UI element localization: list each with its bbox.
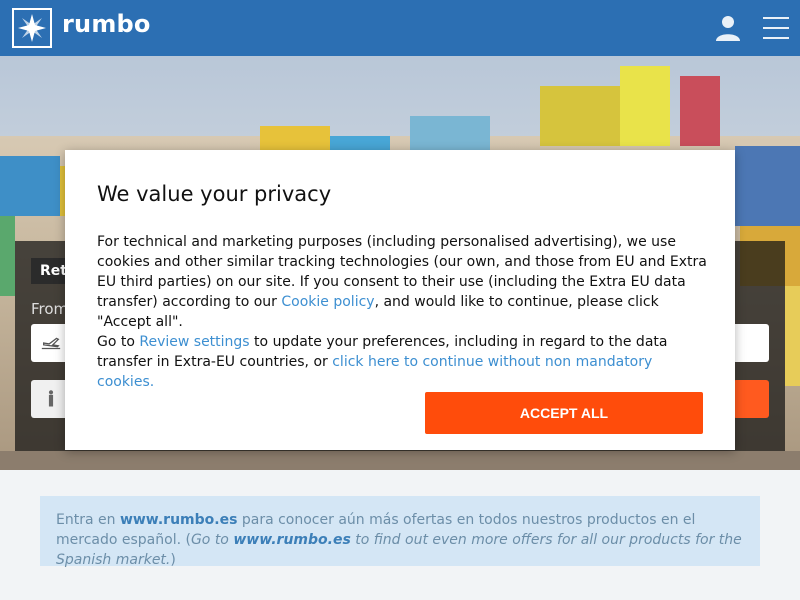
from-label: From xyxy=(31,300,69,318)
user-icon[interactable] xyxy=(715,14,741,42)
p2-text-a: Go to xyxy=(97,334,140,350)
search-button[interactable] xyxy=(733,380,769,418)
site-header: rumbo xyxy=(0,0,800,56)
dialog-paragraph-2: Go to Review settings to update your pre… xyxy=(97,332,707,392)
rumbo-logo-icon[interactable] xyxy=(12,8,52,48)
notice-text-3: Go to xyxy=(190,532,234,548)
dialog-title: We value your privacy xyxy=(97,182,332,206)
notice-text-5: ) xyxy=(170,552,176,568)
privacy-consent-dialog: We value your privacy For technical and … xyxy=(65,150,735,450)
plane-takeoff-icon xyxy=(41,337,61,350)
person-icon xyxy=(48,390,54,407)
dialog-paragraph-1: For technical and marketing purposes (in… xyxy=(97,232,707,332)
notice-text: Entra en xyxy=(56,512,120,528)
accept-all-button[interactable]: ACCEPT ALL xyxy=(425,392,703,434)
spanish-market-notice: Entra en www.rumbo.es para conocer aún m… xyxy=(40,496,760,568)
hamburger-menu-icon[interactable] xyxy=(763,17,789,39)
date-input[interactable] xyxy=(730,324,769,362)
rumbo-link-en[interactable]: www.rumbo.es xyxy=(233,532,350,548)
rumbo-link-es[interactable]: www.rumbo.es xyxy=(120,512,237,528)
cookie-policy-link[interactable]: Cookie policy xyxy=(281,294,374,310)
brand-name[interactable]: rumbo xyxy=(62,10,151,38)
review-settings-link[interactable]: Review settings xyxy=(139,334,249,350)
